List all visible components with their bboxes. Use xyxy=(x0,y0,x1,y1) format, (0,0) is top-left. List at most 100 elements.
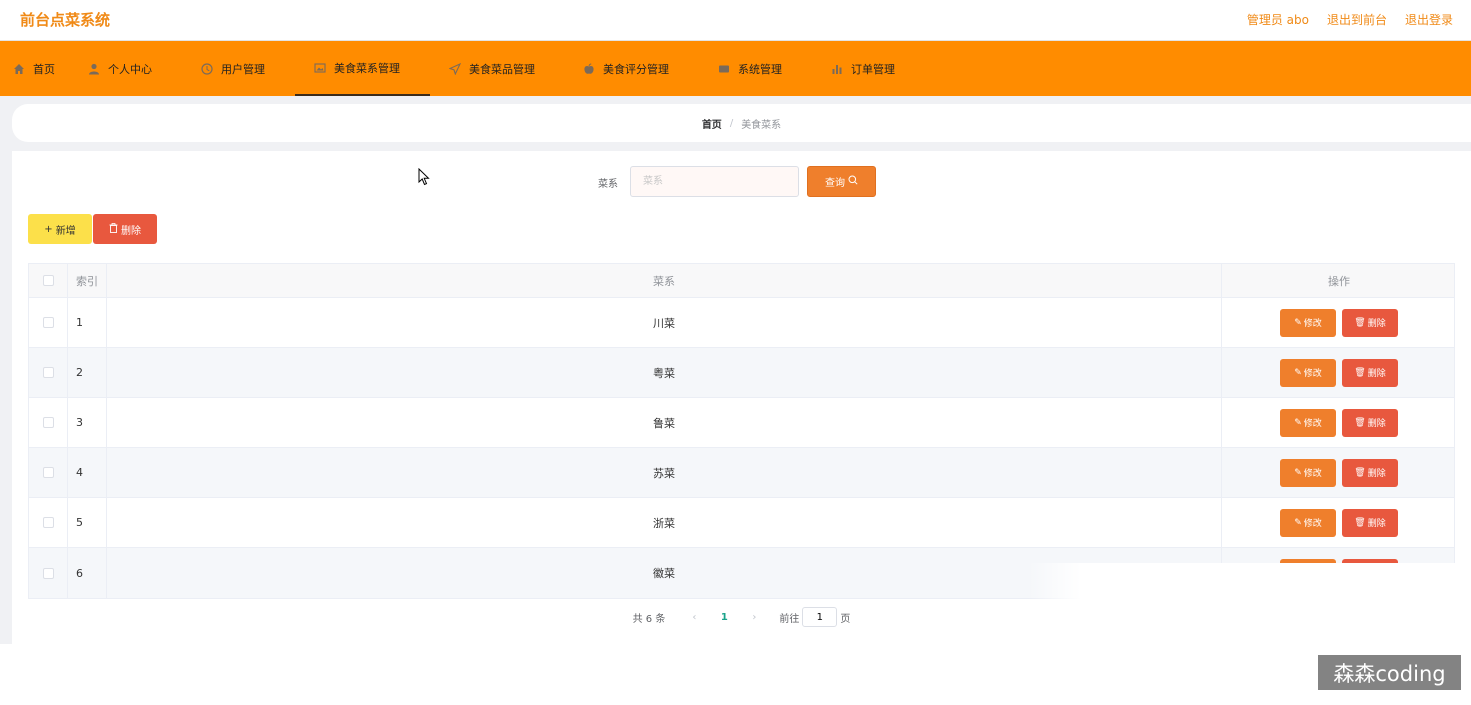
search-input[interactable] xyxy=(630,166,799,197)
row-checkbox[interactable] xyxy=(42,467,54,478)
goto-page-input[interactable] xyxy=(802,607,838,627)
nav-item-cuisine[interactable]: 美食菜系管理 xyxy=(295,41,430,96)
breadcrumb: 首页 / 美食菜系 xyxy=(12,104,1471,142)
nav-item-label: 个人中心 xyxy=(108,62,152,76)
breadcrumb-current: 美食菜系 xyxy=(741,119,782,131)
main-nav: 首页 个人中心 用户管理 美食菜系管理 美食菜品管理 美食评分管理 系统管理 订… xyxy=(0,41,1471,96)
search-button-label: 查询 xyxy=(825,178,845,189)
edit-icon: ✎ xyxy=(1294,367,1302,378)
nav-item-label: 系统管理 xyxy=(738,62,782,76)
delete-button[interactable]: 🗑删除 xyxy=(1342,408,1398,437)
add-button-label: 新增 xyxy=(55,225,76,237)
breadcrumb-home[interactable]: 首页 xyxy=(702,116,722,131)
row-index: 4 xyxy=(68,448,107,497)
delete-button[interactable]: 🗑删除 xyxy=(1342,508,1398,537)
delete-label: 删除 xyxy=(1367,419,1386,429)
send-icon xyxy=(448,62,462,76)
row-checkbox[interactable] xyxy=(42,567,54,579)
search-button[interactable]: 查询 xyxy=(807,166,876,197)
mouse-cursor-icon xyxy=(418,168,430,186)
nav-item-label: 订单管理 xyxy=(851,62,895,76)
row-index: 3 xyxy=(68,398,107,447)
app-title: 前台点菜系统 xyxy=(20,11,111,29)
nav-item-label: 美食评分管理 xyxy=(603,62,669,76)
back-to-front-link[interactable]: 退出到前台 xyxy=(1327,11,1387,28)
bulk-delete-label: 删除 xyxy=(121,225,141,237)
trash-icon: 🗑 xyxy=(1354,517,1366,528)
edit-icon: ✎ xyxy=(1294,317,1302,328)
edit-icon: ✎ xyxy=(1294,467,1302,478)
user-icon xyxy=(87,62,101,76)
nav-item-label: 用户管理 xyxy=(221,62,265,76)
edit-icon: ✎ xyxy=(1294,517,1302,528)
table-row: 3 鲁菜 ✎ 修改 🗑 删除 xyxy=(29,398,1454,448)
cuisine-table: 索引 菜系 操作 1 川菜 ✎修改 🗑删除 2 粤菜 ✎修改 🗑删除 3 xyxy=(28,263,1455,599)
trash-icon: 🗑 xyxy=(1354,317,1366,328)
row-cuisine-name: 浙菜 xyxy=(107,498,1222,547)
nav-item-label: 美食菜系管理 xyxy=(334,61,400,75)
pagination-total: 共 6 条 xyxy=(632,613,666,625)
edit-button[interactable]: ✎修改 xyxy=(1280,458,1336,487)
trash-icon xyxy=(109,222,118,236)
nav-item-profile[interactable]: 个人中心 xyxy=(87,41,152,96)
edit-button[interactable]: ✎修改 xyxy=(1280,308,1336,337)
row-checkbox[interactable] xyxy=(42,517,54,528)
nav-item-label: 美食菜品管理 xyxy=(469,62,535,76)
edit-label: 修改 xyxy=(1303,369,1322,379)
row-index: 6 xyxy=(68,548,107,598)
nav-item-users[interactable]: 用户管理 xyxy=(200,41,265,96)
chart-icon xyxy=(830,62,844,76)
delete-button[interactable]: 🗑删除 xyxy=(1342,358,1398,387)
clock-icon xyxy=(200,62,214,76)
edit-button[interactable]: ✎修改 xyxy=(1280,508,1336,537)
nav-item-label: 首页 xyxy=(33,62,55,76)
admin-user-link[interactable]: 管理员 abo xyxy=(1247,11,1309,28)
edit-button[interactable]: ✎修改 xyxy=(1280,358,1336,387)
row-checkbox[interactable] xyxy=(42,317,54,328)
column-header-index: 索引 xyxy=(68,264,107,297)
trash-icon: 🗑 xyxy=(1354,417,1366,428)
trash-icon: 🗑 xyxy=(1354,467,1366,478)
table-header: 索引 菜系 操作 xyxy=(29,264,1454,298)
nav-item-home[interactable]: 首页 xyxy=(12,41,55,96)
trash-icon: 🗑 xyxy=(1354,367,1366,378)
nav-item-dishes[interactable]: 美食菜品管理 xyxy=(448,41,535,96)
nav-item-orders[interactable]: 订单管理 xyxy=(830,41,895,96)
bulk-delete-button[interactable]: 删除 xyxy=(93,214,157,244)
column-header-cuisine: 菜系 xyxy=(107,264,1222,297)
prev-page-icon[interactable]: ‹ xyxy=(679,612,709,623)
next-page-icon[interactable]: › xyxy=(739,612,769,623)
row-checkbox[interactable] xyxy=(42,367,54,378)
row-checkbox[interactable] xyxy=(42,417,54,428)
row-cuisine-name: 鲁菜 xyxy=(107,398,1222,447)
delete-label: 删除 xyxy=(1367,469,1386,479)
row-cuisine-name: 粤菜 xyxy=(107,348,1222,397)
picture-icon xyxy=(313,61,327,75)
top-links: 管理员 abo 退出到前台 退出登录 xyxy=(1247,11,1453,28)
breadcrumb-separator: / xyxy=(729,117,734,129)
search-icon xyxy=(848,175,858,188)
edit-button[interactable]: ✎修改 xyxy=(1280,408,1336,437)
page-suffix: 页 xyxy=(840,613,851,625)
delete-button[interactable]: 🗑删除 xyxy=(1342,458,1398,487)
logout-link[interactable]: 退出登录 xyxy=(1405,11,1453,28)
row-index: 1 xyxy=(68,298,107,347)
edit-icon: ✎ xyxy=(1294,417,1302,428)
delete-label: 删除 xyxy=(1367,519,1386,529)
row-cuisine-name: 苏菜 xyxy=(107,448,1222,497)
plus-icon: + xyxy=(44,223,53,235)
table-row: 2 粤菜 ✎ 修改 🗑 删除 xyxy=(29,348,1454,398)
pagination-goto: 前往 页 xyxy=(779,607,850,627)
edit-label: 修改 xyxy=(1303,519,1322,529)
delete-button[interactable]: 🗑删除 xyxy=(1342,308,1398,337)
goto-label: 前往 xyxy=(779,613,800,625)
watermark: 森森coding xyxy=(1318,655,1461,690)
nav-item-ratings[interactable]: 美食评分管理 xyxy=(582,41,669,96)
add-button[interactable]: + 新增 xyxy=(28,214,92,244)
edit-label: 修改 xyxy=(1303,419,1322,429)
nav-item-system[interactable]: 系统管理 xyxy=(717,41,782,96)
row-index: 2 xyxy=(68,348,107,397)
delete-label: 删除 xyxy=(1367,319,1386,329)
page-number[interactable]: 1 xyxy=(709,612,739,623)
select-all-checkbox[interactable] xyxy=(42,275,54,286)
